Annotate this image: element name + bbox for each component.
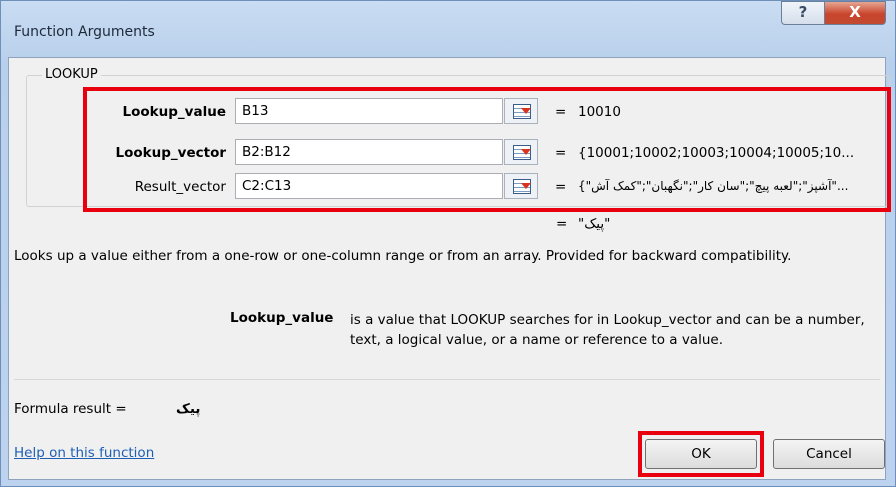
arguments-highlight-box: [83, 87, 891, 212]
help-icon: ?: [798, 3, 808, 21]
arg-help-text: is a value that LOOKUP searches for in L…: [350, 312, 865, 348]
arg-help-name: Lookup_value: [230, 310, 334, 326]
help-on-function-link[interactable]: Help on this function: [14, 445, 154, 461]
close-button[interactable]: X: [824, 1, 886, 25]
dialog-title: Function Arguments: [14, 24, 155, 40]
formula-result-value: پیک: [176, 401, 201, 417]
divider: [14, 379, 880, 380]
close-icon: X: [849, 3, 861, 21]
function-name-label: LOOKUP: [42, 67, 101, 82]
formula-result-label: Formula result =: [14, 401, 127, 417]
function-description: Looks up a value either from a one-row o…: [14, 248, 792, 264]
ok-highlight-box: [638, 431, 764, 477]
overall-equals: =: [556, 216, 568, 232]
cancel-button[interactable]: Cancel: [773, 439, 885, 469]
overall-result: "پیک": [578, 216, 611, 232]
help-button[interactable]: ?: [781, 1, 825, 25]
